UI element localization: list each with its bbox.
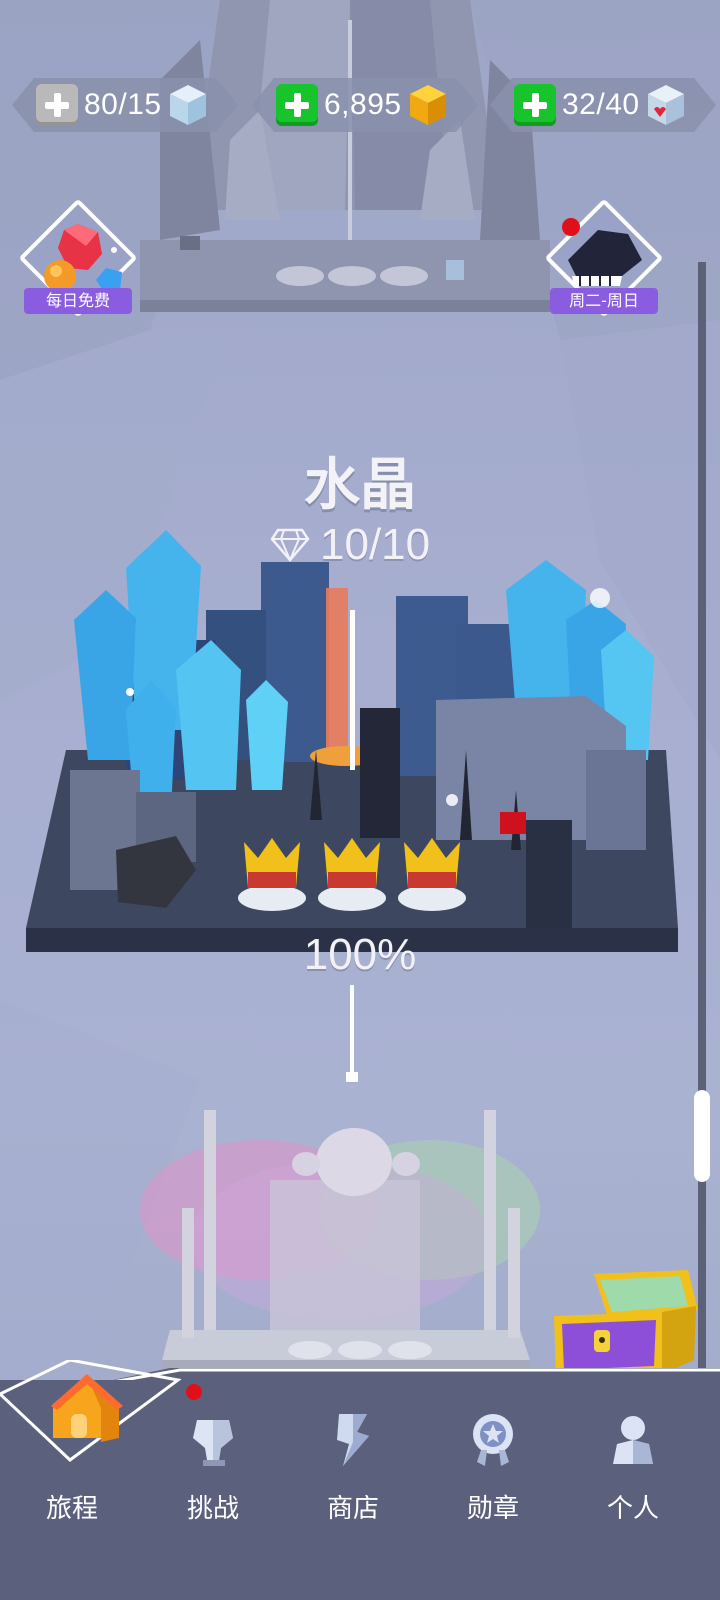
nav-journey-label: 旅程 <box>45 1494 98 1524</box>
scrollbar-thumb[interactable] <box>694 1090 710 1182</box>
treasure-chest-icon[interactable] <box>550 1270 700 1380</box>
challenge-notification-dot <box>186 1384 202 1400</box>
nav-shop-label: 商店 <box>326 1494 379 1524</box>
gold-value: 6,895 <box>324 88 402 121</box>
home-icon <box>51 1374 123 1442</box>
nav-profile-tab[interactable]: 个人 <box>578 1400 688 1540</box>
daily-free-button[interactable]: 每日免费 <box>18 198 138 326</box>
level-path-line-lower <box>350 985 354 1077</box>
nav-medal-label: 勋章 <box>466 1494 519 1524</box>
nav-shop-tab[interactable]: 商店 <box>298 1400 408 1540</box>
ice-counter: 80/15 <box>12 78 238 132</box>
shop-icon <box>337 1414 369 1466</box>
nav-challenge-label: 挑战 <box>186 1494 239 1524</box>
crown-2 <box>318 838 386 911</box>
trophy-icon <box>193 1420 233 1466</box>
nav-medal-tab[interactable]: 勋章 <box>438 1400 548 1540</box>
nav-challenge-tab[interactable]: 挑战 <box>158 1384 268 1540</box>
level-completion: 100% <box>303 930 417 979</box>
nav-journey-tab[interactable]: 旅程 <box>17 1374 127 1540</box>
daily-free-label: 每日免费 <box>24 288 132 314</box>
path-node <box>346 1072 358 1082</box>
gold-counter: 6,895 <box>252 78 478 132</box>
temple-level-preview[interactable] <box>130 0 560 320</box>
level-title: 水晶 <box>304 453 416 518</box>
scrollbar-track[interactable] <box>698 262 706 1382</box>
level-path-line <box>350 610 355 770</box>
add-energy-button[interactable] <box>514 84 556 126</box>
ice-value: 80/15 <box>84 88 162 121</box>
taj-mahal-level-preview[interactable] <box>100 1090 570 1390</box>
crown-1 <box>238 838 306 911</box>
gold-cube-icon <box>409 85 446 125</box>
energy-value: 32/40 <box>562 88 640 121</box>
add-gold-button[interactable] <box>276 84 318 126</box>
profile-icon <box>613 1416 653 1464</box>
nav-profile-label: 个人 <box>606 1494 659 1524</box>
event-notification-dot <box>562 218 580 236</box>
medal-icon <box>473 1414 513 1466</box>
heart-cube-icon <box>647 85 684 125</box>
ice-cube-icon <box>169 85 206 125</box>
crystal-level-diorama[interactable] <box>26 520 686 960</box>
crown-3 <box>398 838 466 911</box>
gems-icon <box>44 224 122 292</box>
energy-counter: 32/40 <box>490 78 716 132</box>
add-ice-button[interactable] <box>36 84 78 126</box>
weekday-event-button[interactable]: 周二-周日 <box>544 198 664 326</box>
weekday-event-label: 周二-周日 <box>550 288 658 314</box>
